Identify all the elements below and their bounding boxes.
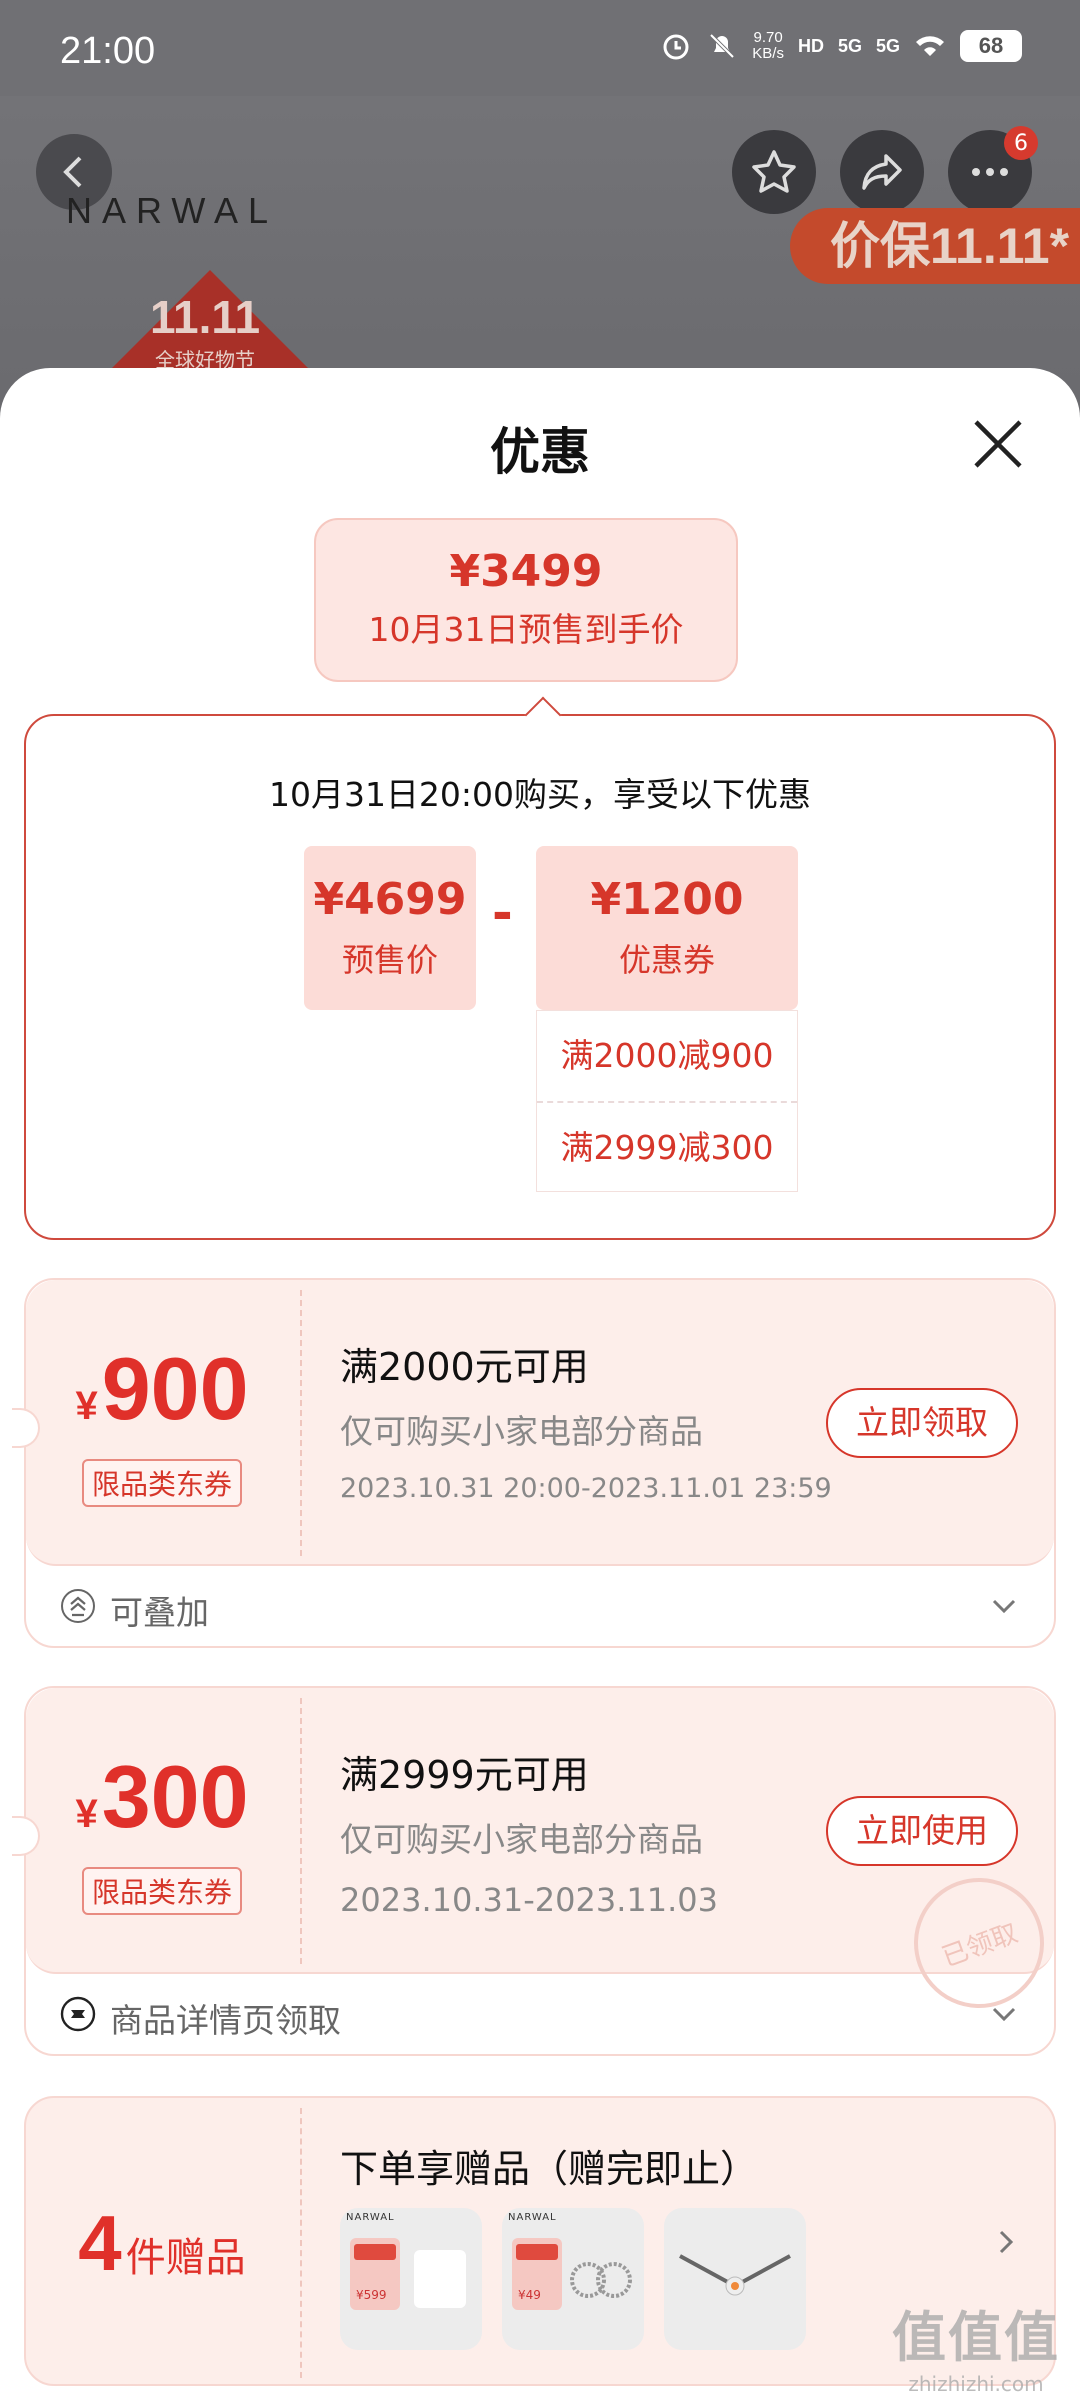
star-icon <box>752 150 796 193</box>
detail-page-icon <box>60 1996 96 2032</box>
favorite-button[interactable] <box>732 130 816 214</box>
gift-divider <box>300 2108 302 2378</box>
coupon-type-tag: 限品类东券 <box>81 1867 242 1915</box>
gift-thumb-price: ¥49 <box>518 2288 541 2302</box>
watermark: 值值值 zhizhizhi.com <box>892 2306 1060 2396</box>
condition-item: 满2999减300 <box>537 1101 797 1191</box>
gift-thumb[interactable]: NARWAL ¥599 <box>340 2208 482 2350</box>
claim-coupon-button[interactable]: 立即领取 <box>826 1388 1018 1458</box>
price-breakdown-box: 10月31日20:00购买，享受以下优惠 ¥4699 预售价 - ¥1200 优… <box>24 696 1056 1240</box>
coupon-card-300: ¥300 限品类东券 满2999元可用 仅可购买小家电部分商品 2023.10.… <box>12 1686 1063 2056</box>
coupon-date: 2023.10.31 20:00-2023.11.01 23:59 <box>340 1473 832 1504</box>
hd-indicator: HD <box>797 35 824 56</box>
presale-price-cell: ¥4699 预售价 <box>304 846 476 1010</box>
coupon-label: 优惠券 <box>618 941 715 979</box>
coupon-type-tag: 限品类东券 <box>81 1459 242 1507</box>
presale-price: ¥4699 <box>313 874 467 925</box>
coupon-title: 满2000元可用 <box>340 1345 589 1389</box>
price-protect-banner: 价保11.11* <box>790 208 1080 284</box>
presale-label: 预售价 <box>341 941 438 979</box>
brand-logo: NARWAL <box>66 190 279 231</box>
coupon-date: 2023.10.31-2023.11.03 <box>340 1881 718 1919</box>
final-price-box: ¥3499 10月31日预售到手价 <box>314 518 738 682</box>
alarm-icon <box>663 34 689 60</box>
mute-bell-icon <box>709 33 735 59</box>
signal-5g-2: 5G <box>875 35 900 56</box>
coupon-info: 满2000元可用 仅可购买小家电部分商品 2023.10.31 20:00-20… <box>340 1336 832 1504</box>
share-button[interactable] <box>840 130 924 214</box>
coupon-info: 满2999元可用 仅可购买小家电部分商品 2023.10.31-2023.11.… <box>340 1744 718 1919</box>
coupon-card-900: ¥900 限品类东券 满2000元可用 仅可购买小家电部分商品 2023.10.… <box>12 1278 1056 1648</box>
coupon-total: ¥1200 <box>590 874 744 925</box>
gift-count-block: 4 件赠品 <box>26 2098 298 2388</box>
gift-thumb-brand: NARWAL <box>346 2212 395 2223</box>
notification-badge: 6 <box>1004 126 1038 160</box>
discount-sheet: 优惠 ¥3499 10月31日预售到手价 10月31日20:00购买，享受以下优… <box>0 368 1080 2400</box>
side-brush-image <box>679 2254 791 2296</box>
use-coupon-button[interactable]: 立即使用 <box>826 1796 1018 1866</box>
gift-count: 4 <box>78 2198 122 2287</box>
event-badge: 11.11 全球好物节 <box>150 291 261 372</box>
wifi-icon <box>916 36 944 56</box>
status-bar: 21:00 9.70 KB/s HD 5G 5G 68 <box>0 0 1080 96</box>
gift-thumbnails: NARWAL ¥599 NARWAL ¥49 <box>340 2208 806 2350</box>
chevron-down-icon <box>992 1599 1016 1614</box>
coupon-amount: ¥300 <box>75 1747 249 1846</box>
condition-item: 满2000减900 <box>560 1036 774 1075</box>
claim-source-label: 商品详情页领取 <box>110 2001 341 2040</box>
final-price-label: 10月31日预售到手价 <box>368 610 684 649</box>
status-icons: 9.70 KB/s HD 5G 5G 68 <box>660 30 1022 62</box>
coupon-total-cell: ¥1200 优惠券 <box>536 846 798 1010</box>
close-icon[interactable] <box>966 412 1030 476</box>
coupon-desc: 仅可购买小家电部分商品 <box>340 1820 703 1859</box>
dust-bag-image <box>414 2250 466 2308</box>
breakdown-caret <box>524 696 562 734</box>
chevron-left-icon <box>63 156 82 188</box>
coupon-body: ¥300 限品类东券 满2999元可用 仅可购买小家电部分商品 2023.10.… <box>12 1688 1063 2027</box>
battery-indicator: 68 <box>960 30 1022 62</box>
coupon-title: 满2999元可用 <box>340 1753 589 1797</box>
breakdown-headline: 10月31日20:00购买，享受以下优惠 <box>268 775 812 814</box>
mop-pads-image <box>570 2262 632 2298</box>
coupon-amount-block: ¥900 限品类东券 <box>26 1280 298 1566</box>
gift-thumb-brand: NARWAL <box>508 2212 557 2223</box>
share-icon <box>862 154 902 190</box>
coupon-divider <box>300 1698 302 1964</box>
gift-thumb[interactable] <box>664 2208 806 2350</box>
net-speed: 9.70 KB/s <box>752 29 784 62</box>
chevron-down-icon <box>992 2007 1016 2022</box>
gift-thumb-price: ¥599 <box>356 2288 387 2302</box>
stackable-label: 可叠加 <box>110 1593 209 1632</box>
coupon-amount-block: ¥300 限品类东券 <box>26 1688 298 1974</box>
signal-5g-1: 5G <box>837 35 862 56</box>
coupon-footer[interactable]: 可叠加 <box>26 1566 1054 1646</box>
gift-title: 下单享赠品（赠完即止） <box>340 2147 759 2191</box>
minus-sign: - <box>492 884 513 942</box>
background-product-page: 21:00 9.70 KB/s HD 5G 5G 68 NARWAL 6 价保11… <box>0 0 1080 420</box>
coupon-desc: 仅可购买小家电部分商品 <box>340 1412 703 1451</box>
coupon-body: ¥900 限品类东券 满2000元可用 仅可购买小家电部分商品 2023.10.… <box>12 1280 1054 1566</box>
gift-thumb[interactable]: NARWAL ¥49 <box>502 2208 644 2350</box>
gift-unit: 件赠品 <box>125 2235 246 2281</box>
coupon-footer[interactable]: 商品详情页领取 <box>26 1974 1054 2054</box>
coupon-divider <box>300 1290 302 1556</box>
final-price: ¥3499 <box>449 546 603 597</box>
coupon-amount: ¥900 <box>75 1339 249 1438</box>
chevron-right-icon <box>999 2230 1014 2254</box>
stackable-icon <box>61 1589 95 1623</box>
coupon-conditions: 满2000减900 满2999减300 <box>536 1010 798 1192</box>
sheet-title: 优惠 <box>490 423 590 481</box>
more-button[interactable]: 6 <box>948 126 1038 214</box>
status-time: 21:00 <box>60 30 156 72</box>
